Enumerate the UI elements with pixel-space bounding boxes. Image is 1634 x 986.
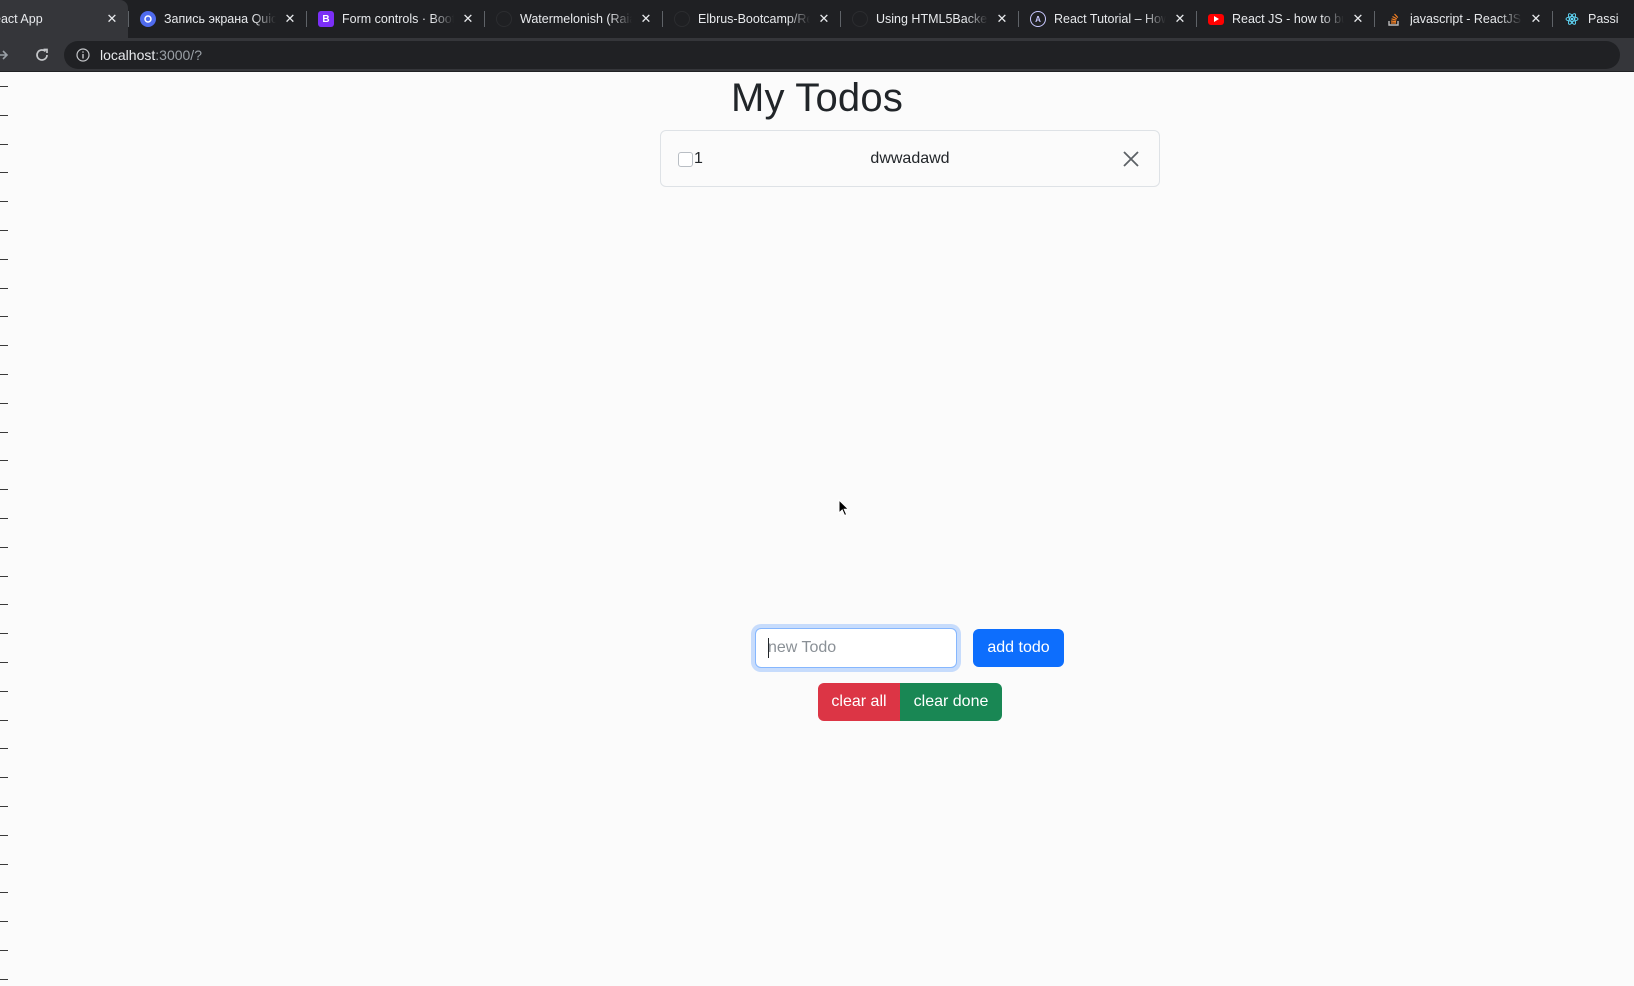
dash-mark: [0, 921, 8, 922]
dash-mark: [0, 979, 8, 980]
close-icon[interactable]: ✕: [1528, 11, 1544, 27]
atlassian-icon: A: [1030, 11, 1046, 27]
tab-title: Elbrus-Bootcamp/Re: [698, 12, 810, 26]
dash-mark: [0, 604, 8, 605]
dash-mark: [0, 316, 8, 317]
dash-mark: [0, 144, 8, 145]
dash-mark: [0, 172, 8, 173]
forward-button[interactable]: [0, 41, 14, 69]
dash-mark: [0, 806, 8, 807]
close-icon[interactable]: ✕: [638, 11, 654, 27]
browser-tab-6[interactable]: A React Tutorial – How ✕: [1018, 0, 1196, 38]
browser-tab-0[interactable]: eact App ✕: [0, 0, 128, 38]
dash-mark: [0, 230, 8, 231]
left-dash-marks: [0, 72, 8, 986]
tab-title: Form controls · Boot: [342, 12, 454, 26]
browser-tab-2[interactable]: B Form controls · Boot ✕: [306, 0, 484, 38]
close-icon[interactable]: ✕: [1172, 11, 1188, 27]
dash-mark: [0, 777, 8, 778]
todo-item: 1 dwwadawd: [660, 130, 1160, 187]
dash-mark: [0, 720, 8, 721]
youtube-icon: [1208, 13, 1224, 25]
close-icon[interactable]: ✕: [282, 11, 298, 27]
dash-mark: [0, 576, 8, 577]
browser-tab-4[interactable]: Elbrus-Bootcamp/Re ✕: [662, 0, 840, 38]
close-icon[interactable]: ✕: [994, 11, 1010, 27]
dash-mark: [0, 374, 8, 375]
github-icon: [674, 11, 690, 27]
delete-todo-button[interactable]: [1121, 149, 1141, 169]
tab-title: Запись экрана Quic: [164, 12, 276, 26]
browser-tab-8[interactable]: javascript - ReactJS ✕: [1374, 0, 1552, 38]
browser-toolbar: localhost:3000/?: [0, 38, 1634, 72]
dash-mark: [0, 489, 8, 490]
dash-mark: [0, 403, 8, 404]
dash-mark: [0, 345, 8, 346]
dash-mark: [0, 547, 8, 548]
tab-title: javascript - ReactJS: [1410, 12, 1522, 26]
dash-mark: [0, 518, 8, 519]
reload-button[interactable]: [28, 41, 56, 69]
tab-title: Watermelonish (Raia: [520, 12, 632, 26]
dash-mark: [0, 950, 8, 951]
close-icon: [1123, 151, 1139, 167]
browser-tab-7[interactable]: React JS - how to bu ✕: [1196, 0, 1374, 38]
dash-mark: [0, 748, 8, 749]
add-todo-button[interactable]: add todo: [973, 629, 1064, 667]
screen-record-icon: [140, 11, 156, 27]
bootstrap-icon: B: [318, 11, 334, 27]
close-icon[interactable]: ✕: [460, 11, 476, 27]
tab-title: Using HTML5Backer: [876, 12, 988, 26]
address-path: :3000/?: [155, 46, 202, 63]
tab-title: Passi: [1588, 12, 1619, 26]
github-icon: [496, 11, 512, 27]
clear-done-button[interactable]: clear done: [900, 683, 1002, 721]
browser-tab-1[interactable]: Запись экрана Quic ✕: [128, 0, 306, 38]
close-icon[interactable]: ✕: [104, 11, 120, 27]
arrow-right-icon: [0, 49, 9, 60]
address-bar[interactable]: localhost:3000/?: [64, 40, 1620, 69]
clear-all-button[interactable]: clear all: [818, 683, 900, 721]
text-caret: [768, 638, 769, 658]
dash-mark: [0, 864, 8, 865]
tab-title: React Tutorial – How: [1054, 12, 1166, 26]
page-title: My Todos: [730, 76, 904, 120]
todo-text: dwwadawd: [870, 150, 950, 167]
close-icon[interactable]: ✕: [1350, 11, 1366, 27]
dash-mark: [0, 835, 8, 836]
dash-mark: [0, 201, 8, 202]
new-todo-input[interactable]: [755, 628, 957, 668]
browser-tab-5[interactable]: Using HTML5Backer ✕: [840, 0, 1018, 38]
reload-icon: [36, 48, 48, 61]
info-icon[interactable]: [76, 47, 90, 62]
react-icon: [1564, 11, 1580, 27]
browser-tab-9[interactable]: Passi: [1552, 0, 1634, 38]
mouse-cursor-icon: [838, 499, 850, 517]
browser-tab-3[interactable]: Watermelonish (Raia ✕: [484, 0, 662, 38]
stackoverflow-icon: [1386, 11, 1402, 27]
dash-mark: [0, 691, 8, 692]
dash-mark: [0, 432, 8, 433]
tab-title: eact App: [0, 12, 43, 26]
dash-mark: [0, 259, 8, 260]
page-viewport: My Todos 1 dwwadawd add todo clear all c…: [0, 72, 1634, 986]
browser-tabstrip: eact App ✕ Запись экрана Quic ✕ B Form c…: [0, 0, 1634, 38]
dash-mark: [0, 288, 8, 289]
dash-mark: [0, 460, 8, 461]
address-host: localhost: [100, 46, 156, 63]
dash-mark: [0, 633, 8, 634]
tab-title: React JS - how to bu: [1232, 12, 1344, 26]
dash-mark: [0, 892, 8, 893]
close-icon[interactable]: ✕: [816, 11, 832, 27]
dash-mark: [0, 662, 8, 663]
github-icon: [852, 11, 868, 27]
